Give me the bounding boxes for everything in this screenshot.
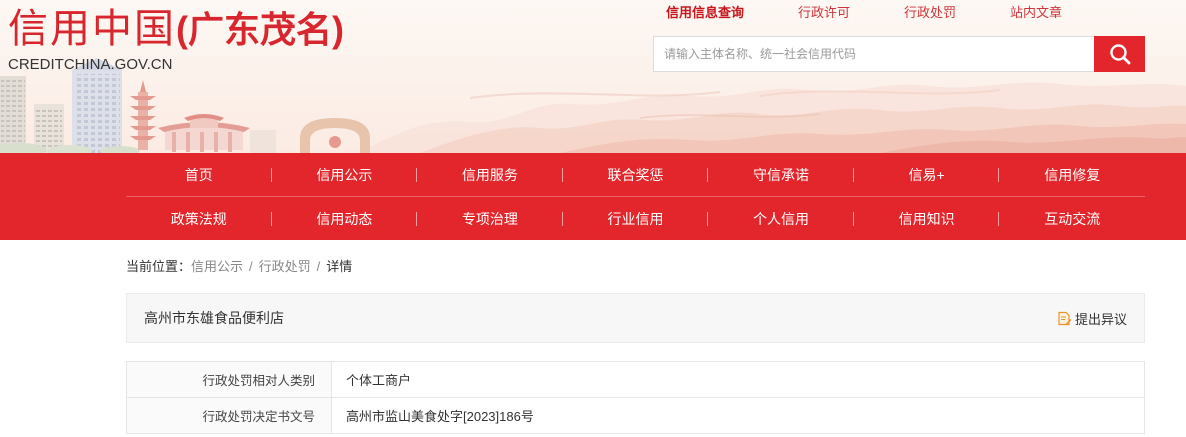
logo-domain: CREDITCHINA.GOV.CN [8,56,173,73]
main-nav-inner: 首页 信用公示 信用服务 联合奖惩 守信承诺 信易+ 信用修复 政策法规 信用动… [126,153,1145,240]
nav-item-industry-credit[interactable]: 行业信用 [563,197,709,240]
search-bar [653,36,1145,72]
field-label: 行政处罚相对人类别 [126,361,332,398]
breadcrumb-separator: / [249,259,253,274]
nav-item-policies-regulations[interactable]: 政策法规 [126,197,272,240]
search-input[interactable] [653,36,1094,72]
nav-item-interaction[interactable]: 互动交流 [999,197,1145,240]
field-label: 行政处罚决定书文号 [126,397,332,434]
nav-item-joint-rewards-penalties[interactable]: 联合奖惩 [563,153,709,196]
top-link-credit-search[interactable]: 信用信息查询 [666,4,744,21]
nav-item-home[interactable]: 首页 [126,153,272,196]
site-logo[interactable]: 信用中国(广东茂名) [8,6,344,61]
breadcrumb-separator: / [316,259,321,274]
logo-main-text: 信用中国 [8,7,176,51]
top-link-admin-penalty[interactable]: 行政处罚 [904,4,956,21]
search-icon [1109,44,1130,65]
breadcrumb: 当前位置：信用公示 / 行政处罚 / 详情 [126,258,352,276]
top-links: 信用信息查询 行政许可 行政处罚 站内文章 [666,4,1062,21]
nav-item-credit-knowledge[interactable]: 信用知识 [854,197,1000,240]
field-value: 高州市监山美食处字[2023]186号 [331,397,1145,434]
objection-button[interactable]: 提出异议 [1057,309,1127,328]
nav-row-1: 首页 信用公示 信用服务 联合奖惩 守信承诺 信易+ 信用修复 [126,153,1145,196]
breadcrumb-item-credit-disclosure[interactable]: 信用公示 [191,259,243,274]
nav-item-credit-services[interactable]: 信用服务 [417,153,563,196]
nav-item-trust-pledge[interactable]: 守信承诺 [708,153,854,196]
record-table: 行政处罚相对人类别 个体工商户 行政处罚决定书文号 高州市监山美食处字[2023… [126,361,1145,434]
record-header: 高州市东雄食品便利店 提出异议 [126,293,1145,343]
search-button[interactable] [1094,36,1145,72]
top-link-site-articles[interactable]: 站内文章 [1010,4,1062,21]
table-row: 行政处罚决定书文号 高州市监山美食处字[2023]186号 [126,397,1145,434]
breadcrumb-item-current: 详情 [326,259,353,274]
nav-item-special-governance[interactable]: 专项治理 [417,197,563,240]
page: 信用中国(广东茂名) CREDITCHINA.GOV.CN 信用信息查询 行政许… [0,0,1186,437]
breadcrumb-item-admin-penalty[interactable]: 行政处罚 [259,259,311,274]
main-nav: 首页 信用公示 信用服务 联合奖惩 守信承诺 信易+ 信用修复 政策法规 信用动… [0,153,1186,240]
breadcrumb-prefix: 当前位置： [126,259,192,274]
field-value: 个体工商户 [331,361,1145,398]
table-row: 行政处罚相对人类别 个体工商户 [126,361,1145,398]
nav-item-xinyi-plus[interactable]: 信易+ [854,153,1000,196]
nav-item-personal-credit[interactable]: 个人信用 [708,197,854,240]
nav-item-credit-news[interactable]: 信用动态 [272,197,418,240]
top-link-admin-license[interactable]: 行政许可 [798,4,850,21]
site-header: 信用中国(广东茂名) CREDITCHINA.GOV.CN 信用信息查询 行政许… [0,0,1186,153]
objection-label: 提出异议 [1074,311,1127,327]
nav-item-credit-repair[interactable]: 信用修复 [999,153,1145,196]
document-edit-icon [1057,311,1072,326]
nav-row-2: 政策法规 信用动态 专项治理 行业信用 个人信用 信用知识 互动交流 [126,196,1145,240]
logo-region-text: (广东茂名) [176,9,344,50]
nav-item-credit-disclosure[interactable]: 信用公示 [272,153,418,196]
record-title: 高州市东雄食品便利店 [144,310,284,326]
